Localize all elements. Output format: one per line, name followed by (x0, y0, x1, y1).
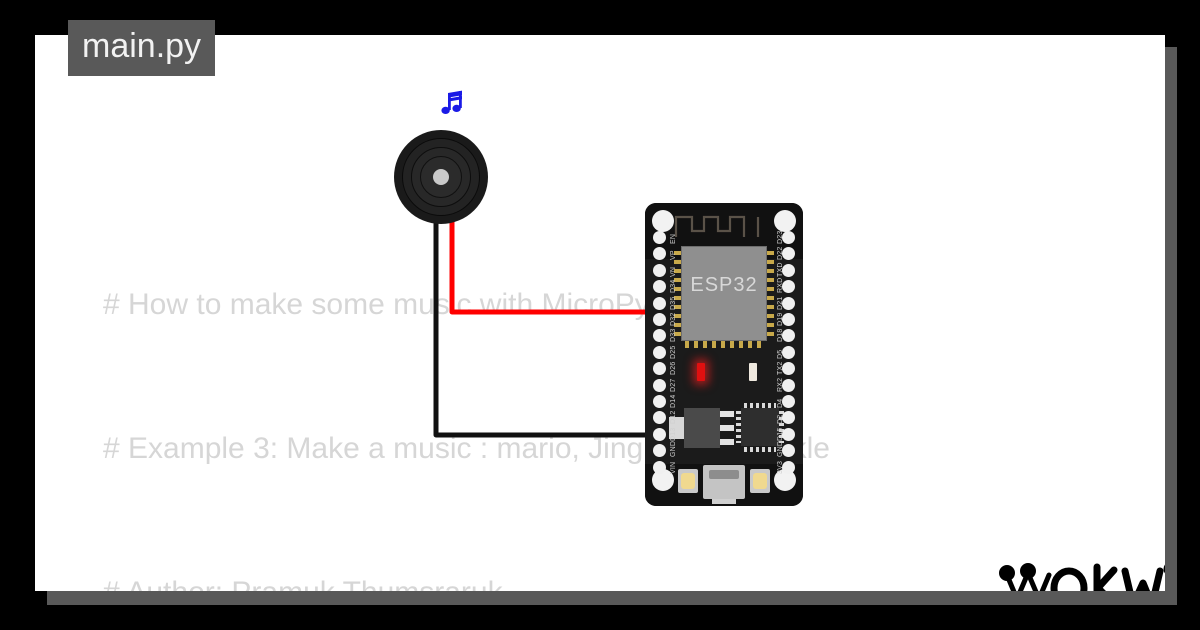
regulator-pin (720, 411, 734, 417)
usb-uart-chip (740, 407, 780, 447)
boot-button-cap (753, 473, 767, 489)
pin-label-d21-right: D21 (777, 296, 784, 310)
module-pads-bottom (685, 341, 765, 348)
pin-d33-left[interactable] (653, 329, 666, 343)
pin-vin-left[interactable] (653, 460, 666, 474)
pin-label-d14-left: D14 (670, 394, 677, 408)
pin-en-left[interactable] (653, 231, 666, 244)
music-note-icon (440, 88, 470, 123)
pcb-antenna-icon (674, 215, 760, 237)
regulator-pin (720, 425, 734, 431)
file-tab[interactable]: main.py (68, 20, 216, 76)
status-led (749, 363, 757, 381)
module-pads-right (767, 251, 774, 336)
pin-label-en-left: EN (670, 233, 677, 244)
pin-vn-left[interactable] (653, 263, 666, 277)
pin-label-d25-left: D25 (670, 345, 677, 359)
code-line: # Author: Pramuk Thumsraruk (103, 569, 1003, 591)
pin-label-d18-right: D18 (777, 328, 784, 343)
voltage-regulator (684, 408, 720, 448)
regulator-pin (720, 439, 734, 445)
pin-label-gnd-left: GND (670, 441, 677, 458)
usb-port-lip (712, 499, 736, 504)
qfn-pads-left (736, 411, 741, 443)
pin-d26-left[interactable] (653, 362, 666, 376)
esp32-board[interactable]: ESP32 EN VP VN D34 D35 D32 D33 D25 D26 D… (645, 203, 803, 506)
usb-port-mouth (709, 470, 739, 479)
pin-d34-left[interactable] (653, 280, 666, 294)
pin-label-vin-left: VIN (670, 461, 677, 474)
pin-d35-left[interactable] (653, 296, 666, 310)
pin-label-d12-left: D12 (670, 410, 677, 425)
chip-label: ESP32 (690, 274, 758, 296)
mounting-hole-tl (652, 210, 674, 232)
pin-d32-left[interactable] (653, 313, 666, 326)
pin-label-tx2-right: TX2 (777, 361, 784, 376)
buzzer-component[interactable] (394, 130, 488, 224)
pin-label-d19-right: D19 (777, 312, 784, 326)
power-led (697, 363, 705, 381)
pin-d27-left[interactable] (653, 378, 666, 392)
pin-label-txd-right: TXD (777, 262, 784, 277)
pin-label-d4-right: D4 (777, 398, 784, 408)
pin-label-rx2-right: RX2 (777, 377, 784, 392)
pin-label-d5-right: D5 (777, 349, 784, 359)
micro-usb-connector[interactable] (703, 465, 745, 504)
pin-label-d34-left: D34 (670, 279, 677, 294)
esp32-module-shield: ESP32 (681, 246, 767, 341)
pin-label-d27-left: D27 (670, 378, 677, 392)
en-button[interactable] (678, 469, 698, 493)
pin-label-rxd-right: RXD (777, 277, 784, 294)
pin-label-d13-left: D13 (670, 427, 677, 441)
pin-label-d15-right: D15 (777, 427, 784, 441)
en-button-cap (681, 473, 695, 489)
pin-label-d22-right: D22 (777, 246, 784, 261)
pin-label-gnd-right: GND (777, 441, 784, 458)
pin-d12-left[interactable] (653, 411, 666, 425)
pin-label-d2-right: D2 (777, 415, 784, 425)
screenshot-root: # How to make some music with MicroPytho… (0, 0, 1200, 630)
pin-d25-left[interactable] (653, 345, 666, 359)
code-line: # How to make some music with MicroPytho… (103, 288, 709, 321)
pin-label-d32-left: D32 (670, 312, 677, 326)
mounting-hole-tr (774, 210, 796, 232)
pin-label-d26-left: D26 (670, 361, 677, 376)
code-line: # Example 3: Make a music : mario, Jingl… (103, 432, 830, 465)
code-editor-text: # How to make some music with MicroPytho… (103, 185, 1003, 591)
boot-button[interactable] (750, 469, 770, 493)
qfn-pads-bottom (744, 447, 776, 452)
qfn-pads-top (744, 403, 776, 408)
pin-label-d35-left: D35 (670, 296, 677, 310)
wokwi-logo (997, 555, 1165, 591)
buzzer-sound-hole (433, 169, 449, 185)
pin-label-3v3-right: 3V3 (777, 460, 784, 474)
pin-d13-left[interactable] (653, 427, 666, 441)
pin-label-vn-left: VN (670, 266, 677, 277)
pin-label-d33-left: D33 (670, 328, 677, 343)
simulation-card: # How to make some music with MicroPytho… (35, 35, 1165, 591)
pin-label-d23-right: D23 (777, 230, 784, 244)
pin-d14-left[interactable] (653, 395, 666, 408)
pin-gnd-left[interactable] (653, 444, 666, 458)
pin-label-vp-left: VP (670, 250, 677, 261)
